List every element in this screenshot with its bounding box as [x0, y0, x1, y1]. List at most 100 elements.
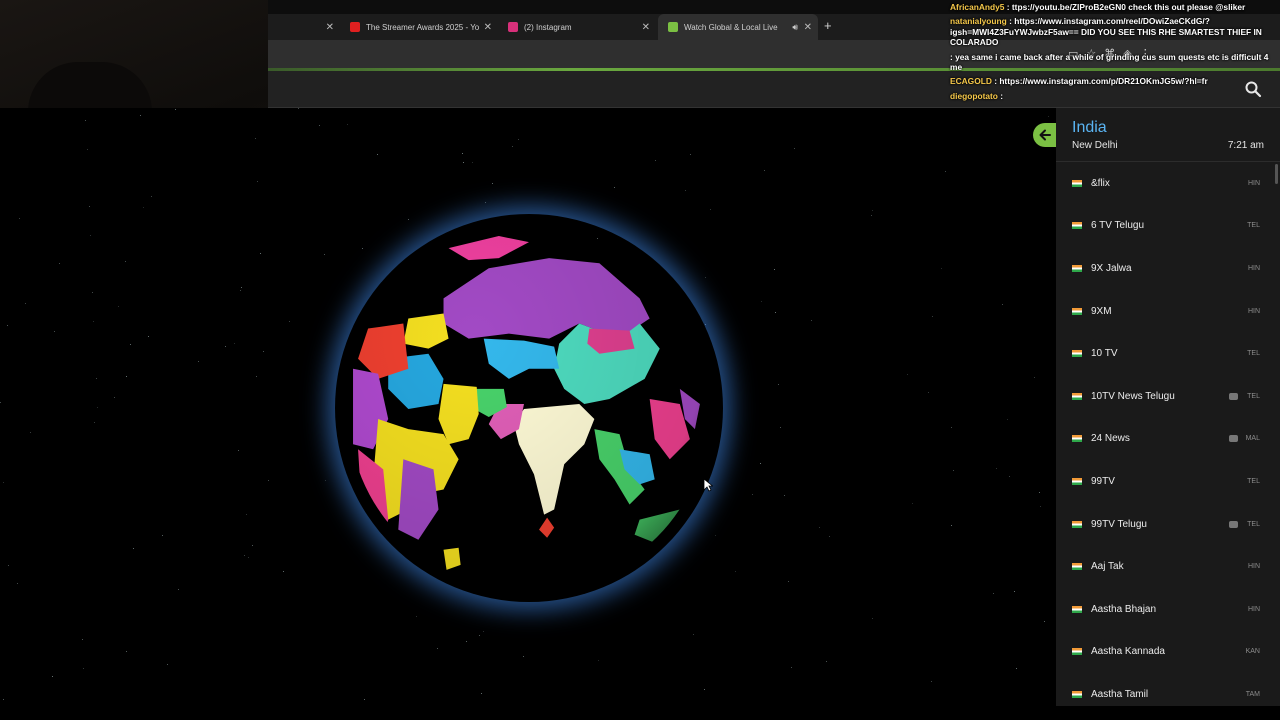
star — [167, 664, 168, 665]
close-icon[interactable]: ✕ — [642, 22, 650, 33]
back-button[interactable] — [1033, 123, 1056, 147]
youtube-icon — [1229, 520, 1238, 528]
local-time: 7:21 am — [1227, 140, 1264, 151]
star — [114, 397, 115, 398]
chat-username[interactable]: AfricanAndy5 — [950, 2, 1004, 12]
star — [408, 219, 409, 220]
star — [871, 215, 872, 216]
star — [941, 268, 942, 269]
star — [479, 635, 480, 636]
channel-name: Aastha Tamil — [1091, 688, 1149, 700]
star — [85, 120, 86, 121]
channel-row[interactable]: 99TV TEL — [1056, 460, 1280, 503]
channel-name: 6 TV Telugu — [1091, 220, 1145, 232]
star — [246, 514, 247, 515]
star — [416, 616, 417, 617]
star — [17, 583, 18, 584]
chat-username[interactable]: ECAGOLD — [950, 76, 992, 86]
star — [364, 699, 365, 700]
channel-name: 99TV — [1091, 475, 1115, 487]
channel-language: MAL — [1245, 435, 1260, 443]
star — [791, 667, 792, 668]
chat-overlay: AfricanAndy5 : ttps://youtu.be/ZIProB2eG… — [950, 2, 1280, 105]
tv-icon — [668, 22, 678, 32]
chat-text: : ttps://youtu.be/ZIProB2eGN0 check this… — [1006, 2, 1246, 12]
star — [775, 312, 776, 313]
screen: ✕ The Streamer Awards 2025 - Yo ✕ (2) In… — [0, 0, 1280, 720]
channel-language: HIN — [1247, 307, 1260, 315]
tab-partial[interactable]: ✕ — [268, 14, 340, 40]
star — [3, 482, 4, 483]
channel-row[interactable]: &flix HIN — [1056, 162, 1280, 205]
chat-username[interactable]: natanialyoung — [950, 16, 1007, 26]
close-icon[interactable]: ✕ — [326, 22, 334, 33]
panel-header: India New Delhi 7:21 am — [1056, 108, 1280, 162]
tab-label: Watch Global & Local Live — [684, 22, 778, 32]
star — [162, 535, 163, 536]
star — [811, 320, 812, 321]
youtube-icon — [350, 22, 360, 32]
channel-row[interactable]: 9X Jalwa HIN — [1056, 247, 1280, 290]
channel-row[interactable]: Aastha Bhajan HIN — [1056, 588, 1280, 631]
star — [735, 571, 736, 572]
channel-row[interactable]: 6 TV Telugu TEL — [1056, 205, 1280, 248]
star — [325, 480, 326, 481]
channel-language: HIN — [1247, 605, 1260, 613]
tab-instagram[interactable]: (2) Instagram ✕ — [498, 14, 656, 40]
star — [761, 301, 762, 302]
star — [198, 361, 199, 362]
india-flag-icon — [1072, 392, 1082, 400]
channel-row[interactable]: 99TV Telugu TEL — [1056, 503, 1280, 546]
channel-row[interactable]: Aastha Tamil TAM — [1056, 673, 1280, 706]
instagram-icon — [508, 22, 518, 32]
chat-username[interactable]: diegopotato — [950, 91, 998, 101]
channel-name: 9XM — [1091, 305, 1112, 317]
star — [931, 681, 932, 682]
star — [953, 470, 954, 471]
close-icon[interactable]: ✕ — [484, 22, 492, 33]
star — [126, 651, 127, 652]
star — [715, 535, 716, 536]
star — [252, 545, 253, 546]
star — [1014, 591, 1015, 592]
star — [283, 571, 284, 572]
tab-watch-global[interactable]: Watch Global & Local Live 🔊︎ ✕ — [658, 14, 818, 40]
star — [481, 693, 482, 694]
star — [92, 292, 93, 293]
channel-row[interactable]: 10 TV TEL — [1056, 332, 1280, 375]
star — [234, 343, 235, 344]
star — [263, 351, 264, 352]
star — [25, 303, 26, 304]
india-flag-icon — [1072, 307, 1082, 315]
speaker-icon[interactable]: 🔊︎ — [792, 22, 798, 33]
star — [87, 149, 88, 150]
star — [780, 427, 781, 428]
star — [289, 321, 290, 322]
channel-row[interactable]: 10TV News Telugu TEL — [1056, 375, 1280, 418]
close-icon[interactable]: ✕ — [804, 22, 812, 33]
channel-language: TEL — [1247, 392, 1260, 400]
globe-map[interactable] — [348, 228, 710, 590]
channel-name: Aastha Bhajan — [1091, 603, 1157, 615]
channel-row[interactable]: Aastha Kannada KAN — [1056, 631, 1280, 674]
star — [928, 392, 929, 393]
channel-row[interactable]: 24 News MAL — [1056, 418, 1280, 461]
star — [260, 253, 261, 254]
new-tab-button[interactable]: + — [824, 18, 832, 33]
star — [59, 263, 60, 264]
chat-message: AfricanAndy5 : ttps://youtu.be/ZIProB2eG… — [950, 2, 1280, 12]
channel-row[interactable]: 9XM HIN — [1056, 290, 1280, 333]
bottom-bar — [1056, 706, 1280, 720]
india-flag-icon — [1072, 563, 1082, 571]
india-flag-icon — [1072, 350, 1082, 358]
tab-streamer-awards[interactable]: The Streamer Awards 2025 - Yo ✕ — [340, 14, 498, 40]
star — [614, 187, 615, 188]
country-name: India — [1072, 119, 1107, 136]
chat-text: : — [1000, 90, 1004, 101]
star — [1009, 476, 1010, 477]
channel-row[interactable]: Aaj Tak HIN — [1056, 545, 1280, 588]
channel-name: &flix — [1091, 177, 1110, 189]
city-name: New Delhi — [1072, 140, 1118, 151]
star — [82, 639, 83, 640]
star — [794, 148, 795, 149]
